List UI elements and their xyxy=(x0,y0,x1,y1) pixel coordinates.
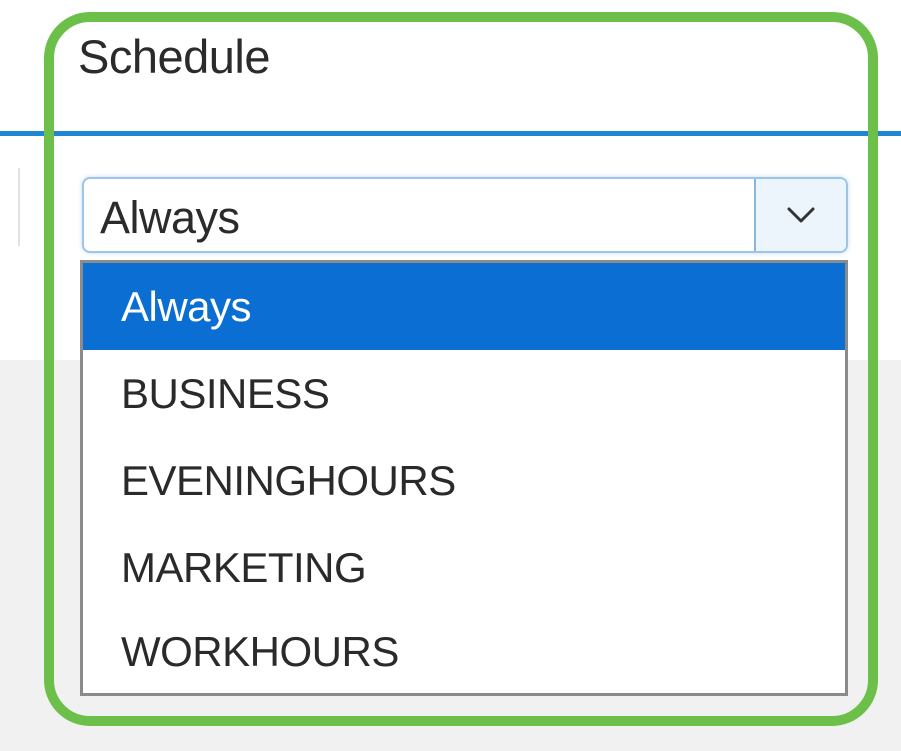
option-marketing[interactable]: MARKETING xyxy=(83,524,845,611)
adjacent-cell-edge xyxy=(0,168,20,246)
schedule-select[interactable]: Always xyxy=(82,177,848,253)
option-workhours[interactable]: WORKHOURS xyxy=(83,608,845,695)
schedule-select-value: Always xyxy=(100,192,240,243)
chevron-down-icon xyxy=(787,207,815,223)
option-business[interactable]: BUSINESS xyxy=(83,350,845,437)
schedule-options-list: Always BUSINESS EVENINGHOURS MARKETING W… xyxy=(80,260,848,696)
table-header-divider xyxy=(0,131,901,136)
option-eveninghours[interactable]: EVENINGHOURS xyxy=(83,437,845,524)
dropdown-toggle-button[interactable] xyxy=(754,179,846,251)
option-always[interactable]: Always xyxy=(83,263,845,350)
schedule-column-header: Schedule xyxy=(78,30,271,83)
